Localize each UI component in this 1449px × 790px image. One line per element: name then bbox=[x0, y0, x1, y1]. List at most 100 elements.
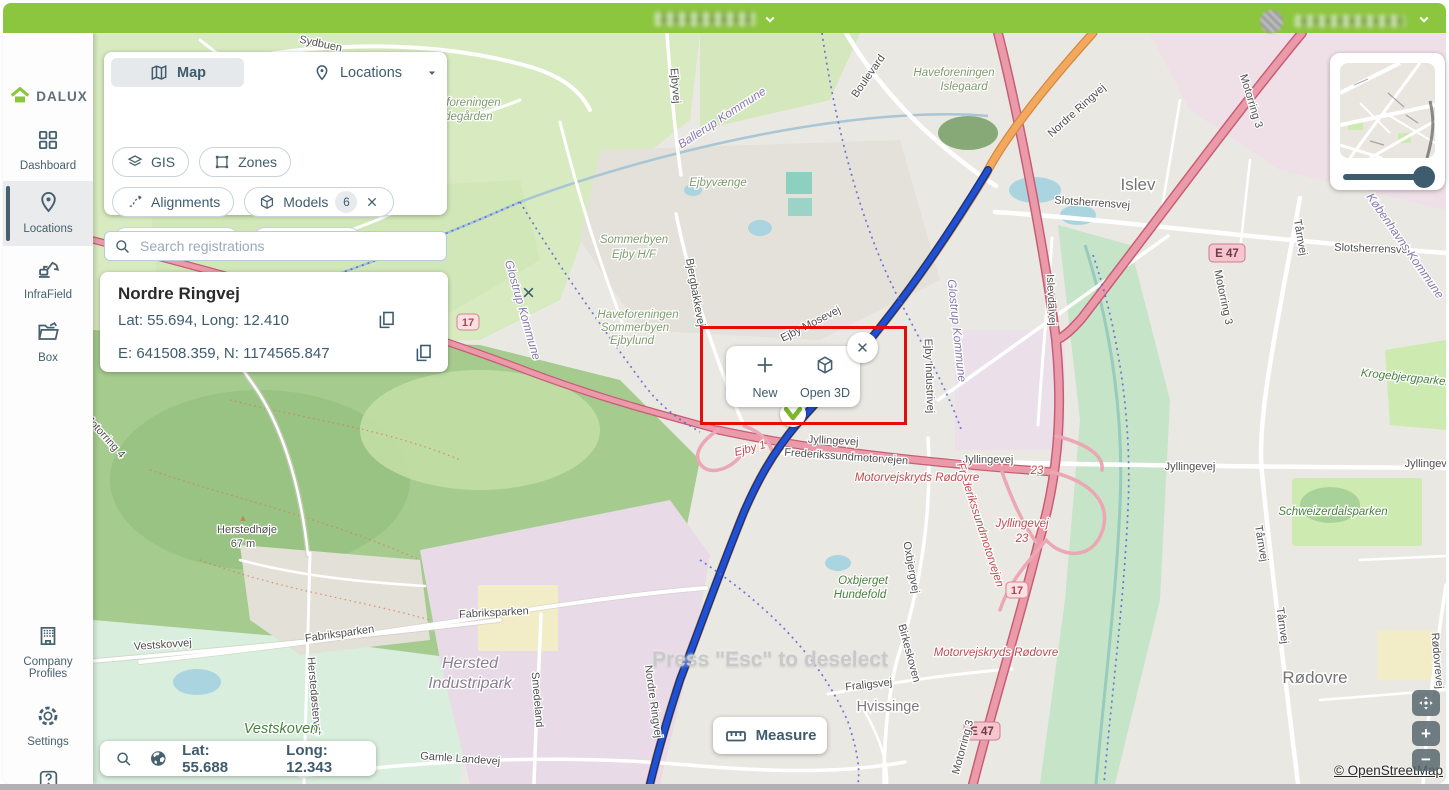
road-badge: E 47 bbox=[1209, 244, 1245, 262]
road-badge: 17 bbox=[457, 314, 479, 330]
map-label: Jyllingevej bbox=[963, 454, 1014, 466]
cursor-coordinates-bar: Lat: 55.688 Long: 12.343 bbox=[100, 741, 376, 776]
search-icon bbox=[113, 237, 132, 256]
project-title-redacted[interactable] bbox=[655, 12, 755, 31]
popup-close-button[interactable] bbox=[847, 332, 878, 363]
sidebar-label: Dashboard bbox=[3, 160, 93, 172]
tab-locations-label: Locations bbox=[340, 65, 402, 81]
excavator-icon bbox=[35, 255, 62, 282]
dalux-logo-text: DALUX bbox=[36, 89, 88, 104]
search-registrations-input[interactable]: Search registrations bbox=[104, 231, 447, 261]
new-button[interactable]: New bbox=[734, 354, 796, 400]
minimap-panel bbox=[1330, 53, 1445, 190]
filter-label: Zones bbox=[238, 154, 277, 170]
tab-map-label: Map bbox=[177, 65, 206, 81]
map-label: Ejby H/F bbox=[612, 249, 657, 261]
map-label: Motorvejskryds Rødovre bbox=[855, 472, 980, 484]
filter-label: GIS bbox=[151, 154, 175, 170]
copy-icon[interactable] bbox=[413, 342, 434, 363]
avatar[interactable] bbox=[1260, 10, 1283, 33]
map-label: Sommerbyen bbox=[601, 322, 669, 334]
sidebar-item-box[interactable]: Box bbox=[3, 319, 93, 364]
app-window: E 47E 471717 SydbuenHaveforeningenKildeg… bbox=[0, 0, 1449, 790]
open-3d-button[interactable]: Open 3D bbox=[794, 354, 856, 400]
cube-icon bbox=[258, 193, 276, 211]
minus-glyph: − bbox=[1421, 750, 1431, 770]
measure-label: Measure bbox=[756, 727, 817, 744]
chevron-down-icon[interactable] bbox=[423, 64, 441, 82]
cube-icon bbox=[814, 354, 836, 376]
user-name-redacted bbox=[1295, 14, 1405, 32]
sidebar-label: Locations bbox=[3, 223, 93, 235]
map-icon bbox=[149, 63, 169, 83]
sidebar-item-locations[interactable]: Locations bbox=[3, 189, 93, 235]
sidebar-label: Box bbox=[3, 352, 93, 364]
minimap-tiles bbox=[1340, 63, 1435, 158]
close-icon bbox=[854, 339, 871, 356]
filter-alignments[interactable]: Alignments bbox=[112, 187, 234, 217]
map-label: Jyllingevej bbox=[1405, 458, 1446, 470]
tab-map[interactable]: Map bbox=[111, 58, 244, 87]
tab-locations[interactable]: Locations bbox=[272, 58, 442, 87]
map-label: Ejbylund bbox=[610, 335, 655, 347]
sidebar-label: Company Profiles bbox=[13, 656, 83, 680]
easting-northing-value: E: 641508.359, N: 1174565.847 bbox=[118, 345, 330, 362]
map-label: Jyllingevej bbox=[1165, 461, 1216, 473]
measure-button[interactable]: Measure bbox=[713, 717, 827, 754]
map-label: Schweizerdalsparken bbox=[1278, 506, 1387, 518]
sidebar-item-settings[interactable]: Settings bbox=[3, 703, 93, 748]
zoom-in-button[interactable]: + bbox=[1412, 721, 1440, 746]
user-menu-chevron-down-icon[interactable] bbox=[1415, 10, 1433, 28]
models-count-badge: 6 bbox=[335, 191, 357, 213]
lat-long-value: Lat: 55.694, Long: 12.410 bbox=[118, 312, 289, 329]
cursor-lat-value: Lat: 55.688 bbox=[182, 742, 258, 776]
dalux-logo[interactable]: DALUX bbox=[3, 85, 93, 107]
dalux-house-icon bbox=[8, 85, 32, 107]
plus-glyph: + bbox=[1421, 724, 1431, 744]
globe-icon[interactable] bbox=[148, 748, 169, 769]
map-label: 67 m bbox=[231, 538, 255, 550]
map-label: Sommerbyen bbox=[600, 234, 668, 246]
sidebar-item-dashboard[interactable]: Dashboard bbox=[3, 127, 93, 172]
map-label: Hersted bbox=[442, 655, 499, 672]
map-label: Hvissinge bbox=[857, 699, 920, 715]
map-layers-panel: Map Locations GIS Zones Alignments bbox=[104, 52, 447, 215]
map-label: Vestskoven, bbox=[244, 721, 322, 737]
layers-icon bbox=[126, 153, 144, 171]
building-icon bbox=[35, 623, 61, 649]
new-button-label: New bbox=[752, 386, 777, 400]
filter-models[interactable]: Models 6 bbox=[244, 187, 394, 217]
remove-filter-x-icon[interactable] bbox=[364, 194, 380, 210]
search-icon[interactable] bbox=[114, 749, 134, 769]
sidebar-item-infrafield[interactable]: InfraField bbox=[3, 255, 93, 301]
sidebar-label: InfraField bbox=[3, 289, 93, 301]
minimap-zoom-slider-knob[interactable] bbox=[1413, 166, 1435, 188]
map-label: Rødovre bbox=[1282, 668, 1347, 687]
cursor-long-value: Long: 12.343 bbox=[286, 742, 376, 776]
zoom-out-button[interactable]: − bbox=[1412, 749, 1440, 771]
pin-icon bbox=[312, 63, 332, 83]
road-badge: 17 bbox=[1006, 582, 1028, 598]
alignment-curve-icon bbox=[126, 193, 144, 211]
sidebar-item-company-profiles[interactable]: Company Profiles bbox=[3, 623, 93, 680]
project-chevron-down-icon[interactable] bbox=[761, 10, 779, 28]
map-point-popup: New Open 3D bbox=[726, 346, 860, 407]
svg-text:17: 17 bbox=[1011, 585, 1023, 597]
pan-control-button[interactable] bbox=[1412, 690, 1440, 716]
plus-icon bbox=[754, 354, 776, 376]
map-label: ▲ bbox=[239, 513, 248, 523]
dpad-icon bbox=[1416, 693, 1436, 713]
filter-gis[interactable]: GIS bbox=[112, 147, 189, 177]
close-icon[interactable] bbox=[519, 283, 538, 302]
search-placeholder: Search registrations bbox=[140, 238, 265, 254]
filter-label: Alignments bbox=[151, 194, 220, 210]
map-label: Haveforeningen bbox=[913, 67, 994, 79]
svg-text:E 47: E 47 bbox=[1215, 248, 1239, 260]
minimap-preview[interactable] bbox=[1340, 63, 1435, 158]
map-label: Jyllingevej bbox=[994, 518, 1048, 530]
copy-icon[interactable] bbox=[376, 309, 397, 330]
map-label: Ejbyvænge bbox=[689, 177, 747, 189]
filter-zones[interactable]: Zones bbox=[199, 147, 291, 177]
gear-icon bbox=[35, 703, 61, 729]
ruler-icon bbox=[724, 724, 748, 748]
